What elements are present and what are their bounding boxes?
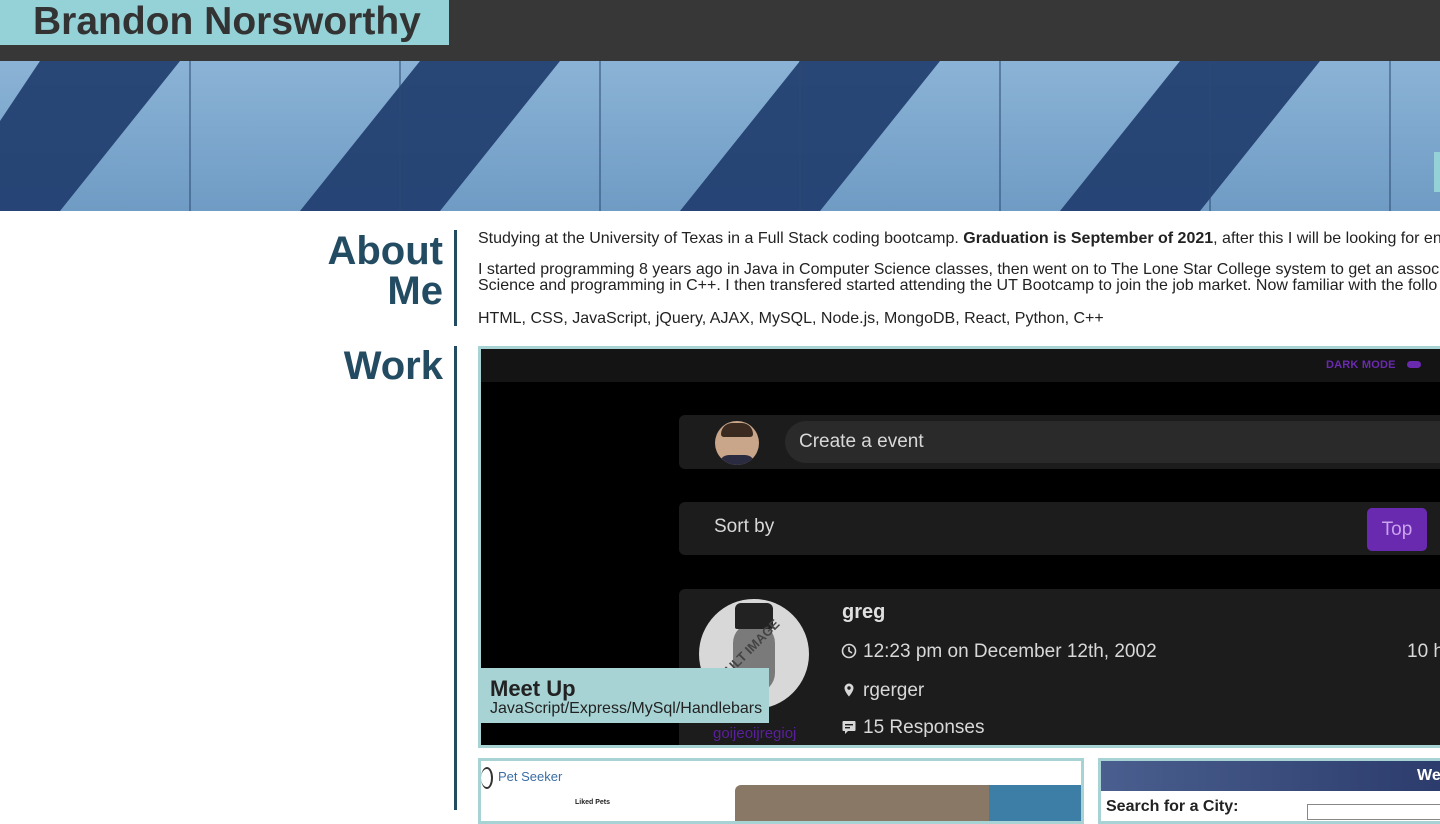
about-divider [454,230,457,326]
comment-icon [842,721,856,734]
liked-pets-label: Liked Pets [575,799,611,806]
about-paragraph-1: Studying at the University of Texas in a… [478,230,1440,247]
sort-label: Sort by [714,516,775,537]
project-card-weather[interactable]: We Search for a City: [1098,758,1440,824]
about-paragraph-2: I started programming 8 years ago in Jav… [478,261,1440,294]
about-heading: About Me [327,229,443,313]
pet-seeker-title: Pet Seeker [498,769,563,784]
location-pin-icon [844,683,854,697]
post-time: 12:23 pm on December 12th, 2002 [841,641,1157,663]
create-event-bar: Create a event [679,415,1440,469]
sort-bar: Sort by Top [679,502,1440,555]
work-heading: Work [343,344,443,388]
event-post: ULT IMAGE greg 12:23 pm on December 12th… [679,589,1440,745]
clock-icon [841,643,857,659]
avatar [715,421,759,465]
logo-icon [481,767,493,789]
event-user-link: goijeoijregioj [713,725,797,742]
dark-mode-label: DARK MODE [1326,359,1396,371]
post-relative-time: 10 h [1407,641,1440,662]
name-badge: Brandon Norsworthy [0,0,449,45]
project-caption: Meet Up JavaScript/Express/MySql/Handleb… [481,668,769,723]
city-search-label: Search for a City: [1106,798,1239,815]
pet-photo-side [989,785,1081,821]
site-title[interactable]: Brandon Norsworthy [33,0,421,45]
project-tech: JavaScript/Express/MySql/Handlebars [490,700,763,717]
toggle-icon [1407,361,1421,368]
banner-image [0,61,1440,211]
weather-title: We [1417,767,1440,784]
work-divider [454,346,457,810]
weather-header: We [1101,761,1440,791]
top-bar: Brandon Norsworthy [0,0,1440,61]
post-location: rgerger [844,680,924,702]
post-responses: 15 Responses [842,717,984,739]
skills-list: HTML, CSS, JavaScript, jQuery, AJAX, MyS… [478,310,1104,327]
project-card-pet-seeker[interactable]: Pet Seeker Liked Pets [478,758,1084,824]
banner-side-tab[interactable] [1434,152,1440,192]
post-username: greg [842,601,886,623]
project-card-meetup[interactable]: DARK MODE Create a event Sort by Top ULT… [478,346,1440,748]
create-event-input: Create a event [785,421,1440,463]
pet-photo [735,785,995,821]
top-sort-button: Top [1367,508,1427,551]
screenshot-navbar: DARK MODE [481,349,1440,382]
project-title: Meet Up [490,676,576,701]
city-search-input [1307,804,1440,820]
